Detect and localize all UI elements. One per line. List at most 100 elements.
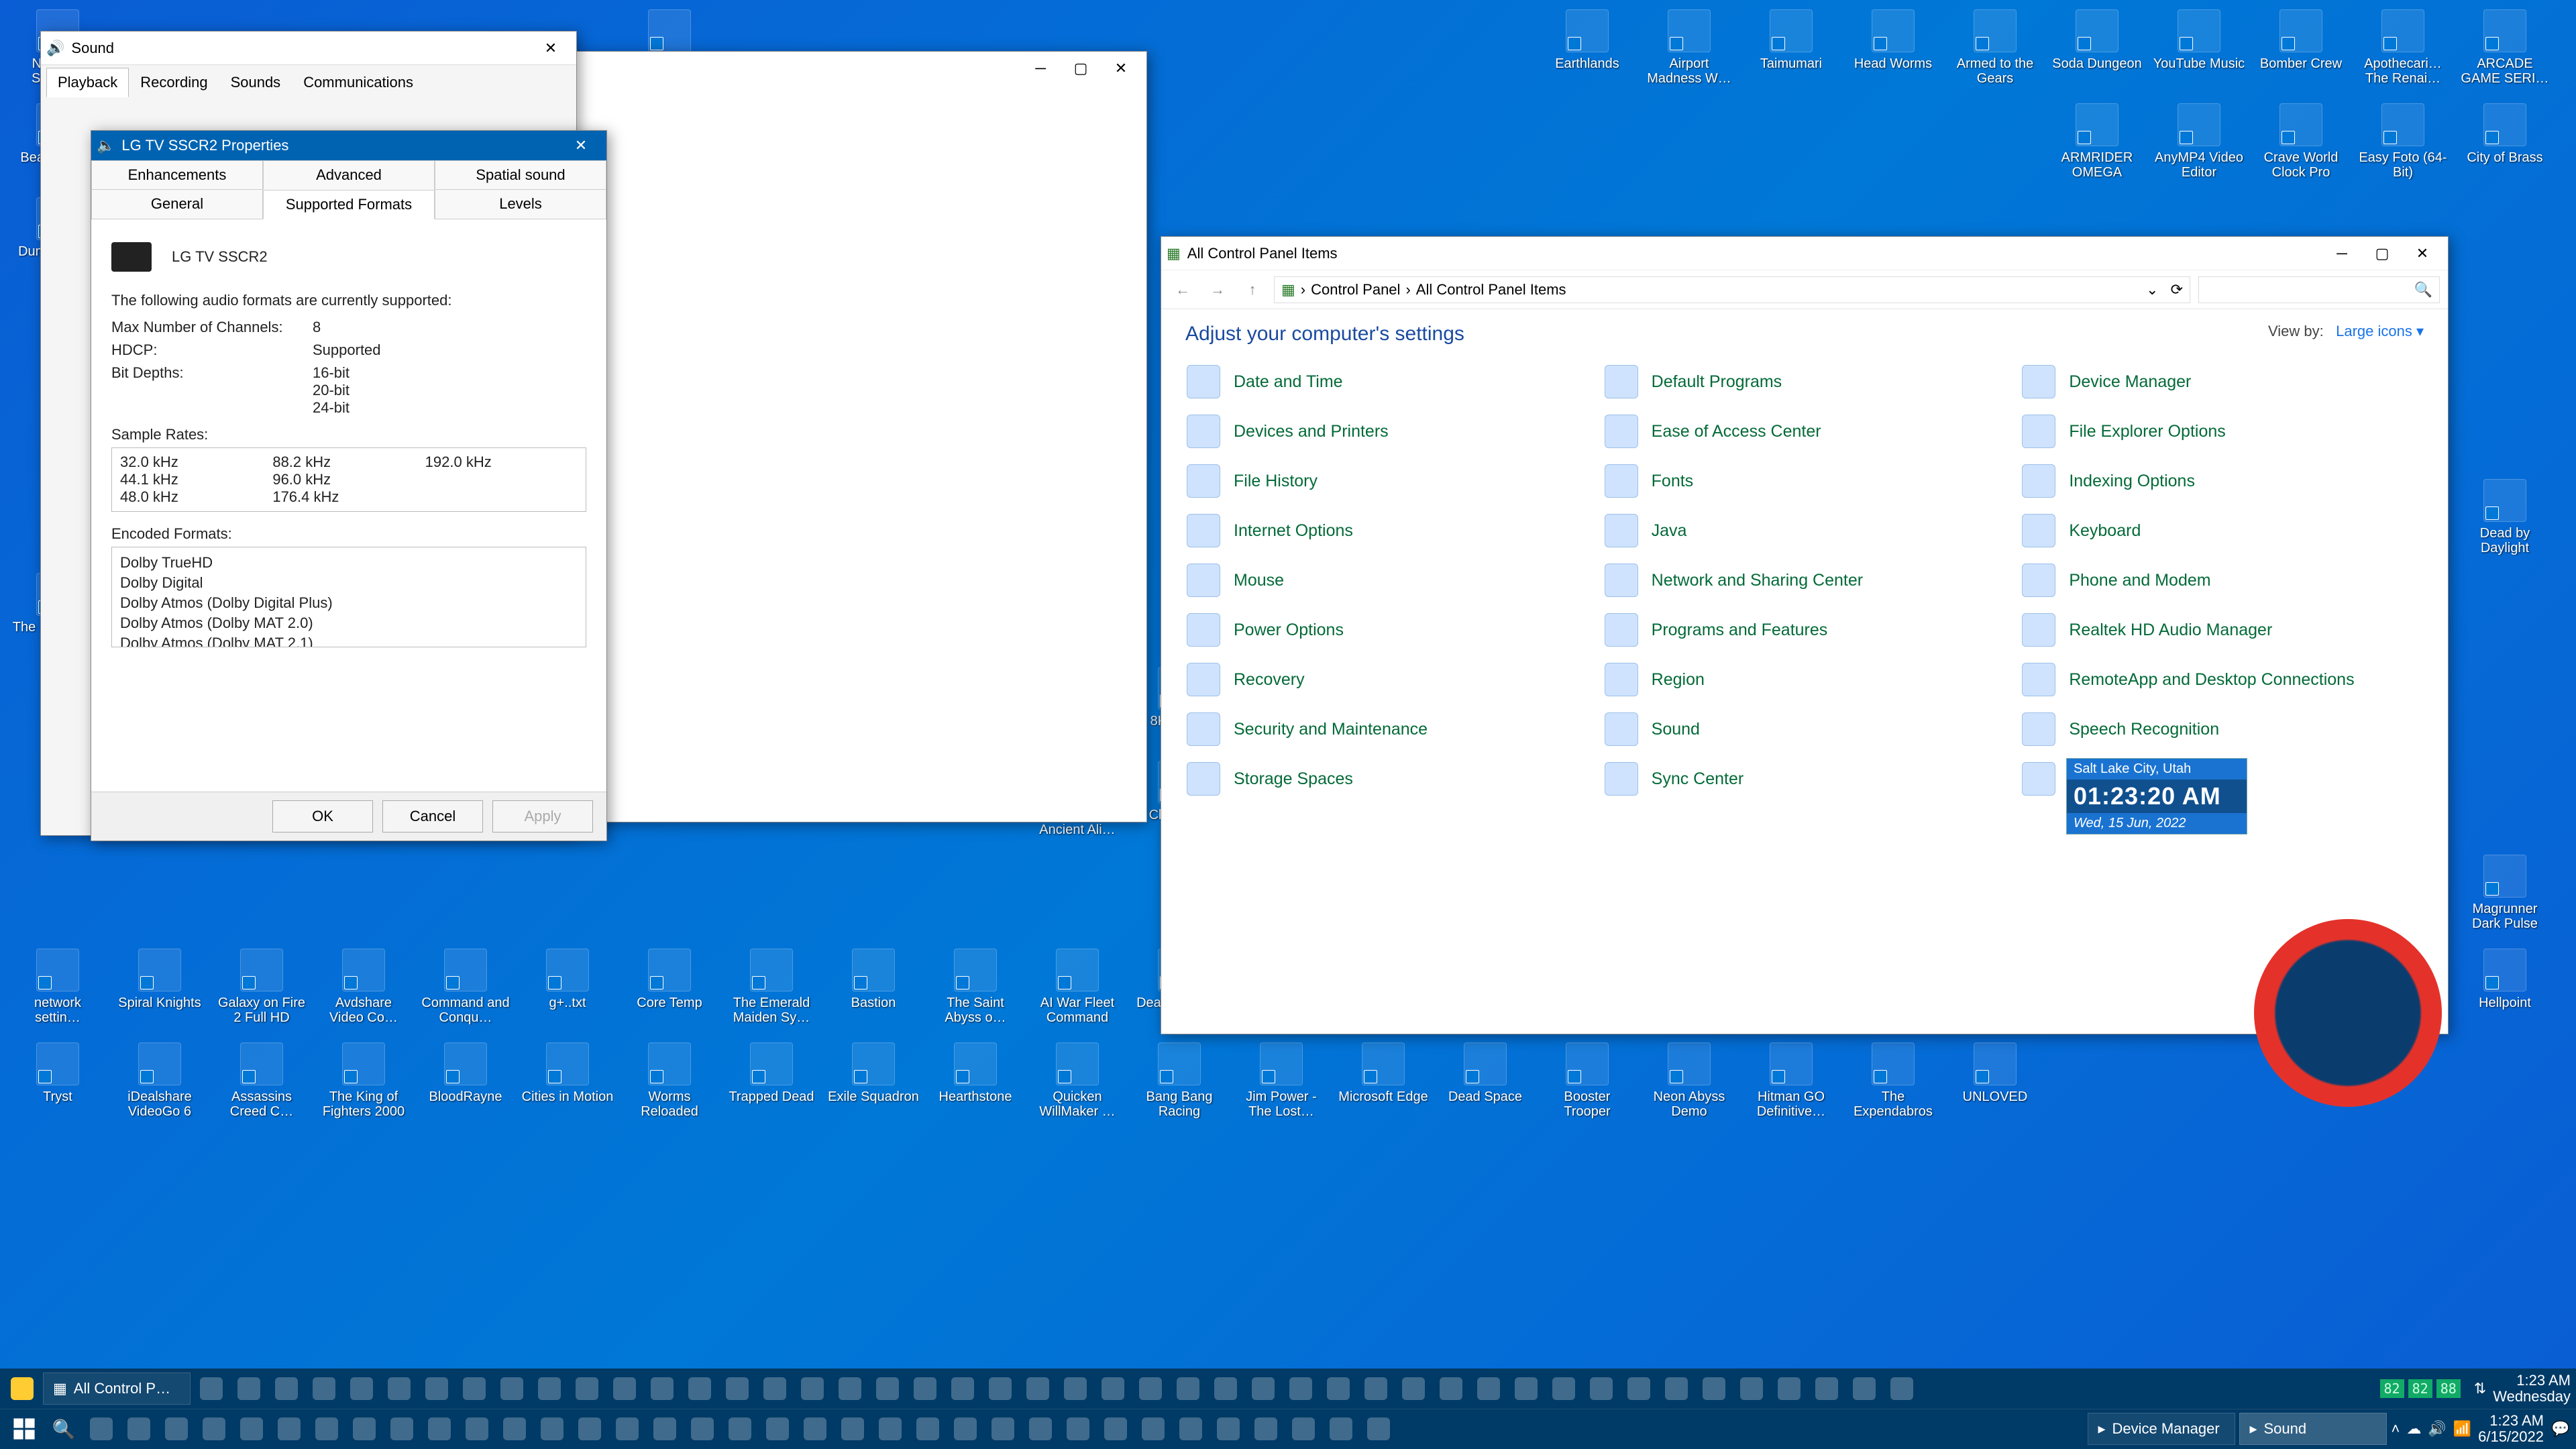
properties-tab[interactable]: Spatial sound xyxy=(435,160,606,189)
pinned-app[interactable] xyxy=(197,1412,231,1446)
tray-app-icon[interactable] xyxy=(1622,1372,1656,1405)
pinned-app[interactable] xyxy=(460,1412,494,1446)
tray-app-icon[interactable] xyxy=(1397,1372,1430,1405)
tray-app-icon[interactable] xyxy=(1697,1372,1731,1405)
cancel-button[interactable]: Cancel xyxy=(382,800,483,833)
control-panel-item[interactable]: Ease of Access Center xyxy=(1599,409,2010,454)
tray-app-icon[interactable] xyxy=(1171,1372,1205,1405)
desktop-shortcut[interactable]: Bastion xyxy=(822,946,924,1033)
tray-app-icon[interactable] xyxy=(420,1372,453,1405)
tray-app-icon[interactable] xyxy=(796,1372,829,1405)
tray-app-icon[interactable] xyxy=(345,1372,378,1405)
properties-tab[interactable]: Enhancements xyxy=(91,160,263,189)
desktop-shortcut[interactable]: Earthlands xyxy=(1536,7,1638,94)
desktop-shortcut[interactable]: Dead by Daylight xyxy=(2454,476,2556,564)
control-panel-item[interactable]: File Explorer Options xyxy=(2017,409,2428,454)
tray-app-icon[interactable] xyxy=(495,1372,529,1405)
control-panel-item[interactable]: Programs and Features xyxy=(1599,607,2010,653)
tray-app-icon[interactable] xyxy=(1585,1372,1618,1405)
digital-clock-gadget[interactable]: Salt Lake City, Utah 01:23:20 AM Wed, 15… xyxy=(2066,758,2247,835)
tray-app-icon[interactable] xyxy=(1096,1372,1130,1405)
action-center-button[interactable]: 💬 xyxy=(2551,1420,2571,1438)
taskbar-running-app[interactable]: ▸Device Manager xyxy=(2088,1413,2235,1445)
search-button[interactable]: 🔍 xyxy=(47,1412,80,1446)
taskbar-app-control-panel[interactable]: ▦ All Control P… xyxy=(43,1373,191,1405)
tray-app-icon[interactable] xyxy=(195,1372,228,1405)
pinned-app[interactable] xyxy=(836,1412,869,1446)
pinned-app[interactable] xyxy=(761,1412,794,1446)
tray-chevron-icon[interactable]: ˄ xyxy=(2391,1420,2400,1438)
minimize-button[interactable]: ─ xyxy=(2322,240,2362,267)
pinned-app[interactable] xyxy=(949,1412,982,1446)
pinned-app[interactable] xyxy=(1024,1412,1057,1446)
desktop-shortcut[interactable]: The Expendabros xyxy=(1842,1040,1944,1127)
control-panel-item[interactable]: Devices and Printers xyxy=(1181,409,1593,454)
pinned-app[interactable] xyxy=(986,1412,1020,1446)
control-panel-item[interactable]: Date and Time xyxy=(1181,359,1593,405)
desktop-shortcut[interactable]: ARCADE GAME SERI… xyxy=(2454,7,2556,94)
pinned-app[interactable] xyxy=(648,1412,682,1446)
pinned-app[interactable] xyxy=(1174,1412,1208,1446)
pinned-app[interactable] xyxy=(1099,1412,1132,1446)
desktop-shortcut[interactable]: network settin… xyxy=(7,946,109,1033)
properties-tab[interactable]: Supported Formats xyxy=(263,190,435,219)
control-panel-item[interactable]: Indexing Options xyxy=(2017,458,2428,504)
control-panel-item[interactable]: Keyboard xyxy=(2017,508,2428,553)
desktop-shortcut[interactable]: Armed to the Gears xyxy=(1944,7,2046,94)
encoded-format-option[interactable]: Dolby TrueHD xyxy=(120,553,578,573)
pinned-app[interactable] xyxy=(1136,1412,1170,1446)
control-panel-item[interactable]: Storage Spaces xyxy=(1181,756,1593,802)
tray-app-icon[interactable] xyxy=(458,1372,491,1405)
tray-app-icon[interactable] xyxy=(533,1372,566,1405)
pinned-app[interactable] xyxy=(310,1412,343,1446)
properties-tab[interactable]: Advanced xyxy=(263,160,435,189)
desktop-shortcut[interactable]: Neon Abyss Demo xyxy=(1638,1040,1740,1127)
control-panel-window[interactable]: ▦ All Control Panel Items ─ ▢ ✕ ← → ↑ ▦ … xyxy=(1161,236,2449,1034)
pinned-app[interactable] xyxy=(798,1412,832,1446)
tray-app-icon[interactable] xyxy=(871,1372,904,1405)
pinned-app[interactable] xyxy=(535,1412,569,1446)
tray-app-icon[interactable] xyxy=(608,1372,641,1405)
properties-tab[interactable]: General xyxy=(91,189,263,219)
desktop-shortcut[interactable]: UNLOVED xyxy=(1944,1040,2046,1127)
desktop-shortcut[interactable]: Quicken WillMaker … xyxy=(1026,1040,1128,1127)
tray-app-icon[interactable] xyxy=(1847,1372,1881,1405)
minimize-button[interactable]: ─ xyxy=(1020,55,1061,82)
control-panel-item[interactable]: Recovery xyxy=(1181,657,1593,702)
desktop-shortcut[interactable]: AnyMP4 Video Editor xyxy=(2148,101,2250,188)
desktop-shortcut[interactable]: The Emerald Maiden Sy… xyxy=(720,946,822,1033)
tray-app-icon[interactable] xyxy=(382,1372,416,1405)
pinned-app[interactable] xyxy=(1324,1412,1358,1446)
sound-tab[interactable]: Recording xyxy=(129,68,219,97)
tray-app-icon[interactable] xyxy=(1660,1372,1693,1405)
pinned-app[interactable] xyxy=(1061,1412,1095,1446)
desktop-shortcut[interactable]: Command and Conqu… xyxy=(415,946,517,1033)
taskbar[interactable]: ▦ All Control P… 828288 ⇅ 1:23 AM Wednes… xyxy=(0,1368,2576,1449)
tray-app-icon[interactable] xyxy=(1885,1372,1919,1405)
desktop-shortcut[interactable]: Airport Madness W… xyxy=(1638,7,1740,94)
tray-app-icon[interactable] xyxy=(645,1372,679,1405)
desktop-shortcut[interactable]: Soda Dungeon xyxy=(2046,7,2148,94)
tray-app-icon[interactable] xyxy=(1772,1372,1806,1405)
desktop-shortcut[interactable]: Apothecari… The Renai… xyxy=(2352,7,2454,94)
start-button[interactable] xyxy=(5,1410,43,1448)
tray-app-icon[interactable] xyxy=(1021,1372,1055,1405)
close-button[interactable]: ✕ xyxy=(561,132,601,159)
desktop-shortcut[interactable]: ARMRIDER OMEGA xyxy=(2046,101,2148,188)
desktop-shortcut[interactable]: Hearthstone xyxy=(924,1040,1026,1127)
tray-app-icon[interactable] xyxy=(720,1372,754,1405)
desktop-shortcut[interactable]: iDealshare VideoGo 6 xyxy=(109,1040,211,1127)
tray-app-icon[interactable] xyxy=(232,1372,266,1405)
maximize-button[interactable]: ▢ xyxy=(2362,240,2402,267)
control-panel-item[interactable]: Speech Recognition xyxy=(2017,706,2428,752)
desktop-shortcut[interactable]: Tryst xyxy=(7,1040,109,1127)
desktop-shortcut[interactable]: Exile Squadron xyxy=(822,1040,924,1127)
desktop-shortcut[interactable]: The King of Fighters 2000 xyxy=(313,1040,415,1127)
desktop-shortcut[interactable]: Head Worms xyxy=(1842,7,1944,94)
tray-app-icon[interactable] xyxy=(570,1372,604,1405)
pinned-app[interactable] xyxy=(1249,1412,1283,1446)
tray-app-icon[interactable] xyxy=(1509,1372,1543,1405)
pinned-app[interactable] xyxy=(423,1412,456,1446)
desktop-shortcut[interactable]: Microsoft Edge xyxy=(1332,1040,1434,1127)
desktop-shortcut[interactable]: Bomber Crew xyxy=(2250,7,2352,94)
